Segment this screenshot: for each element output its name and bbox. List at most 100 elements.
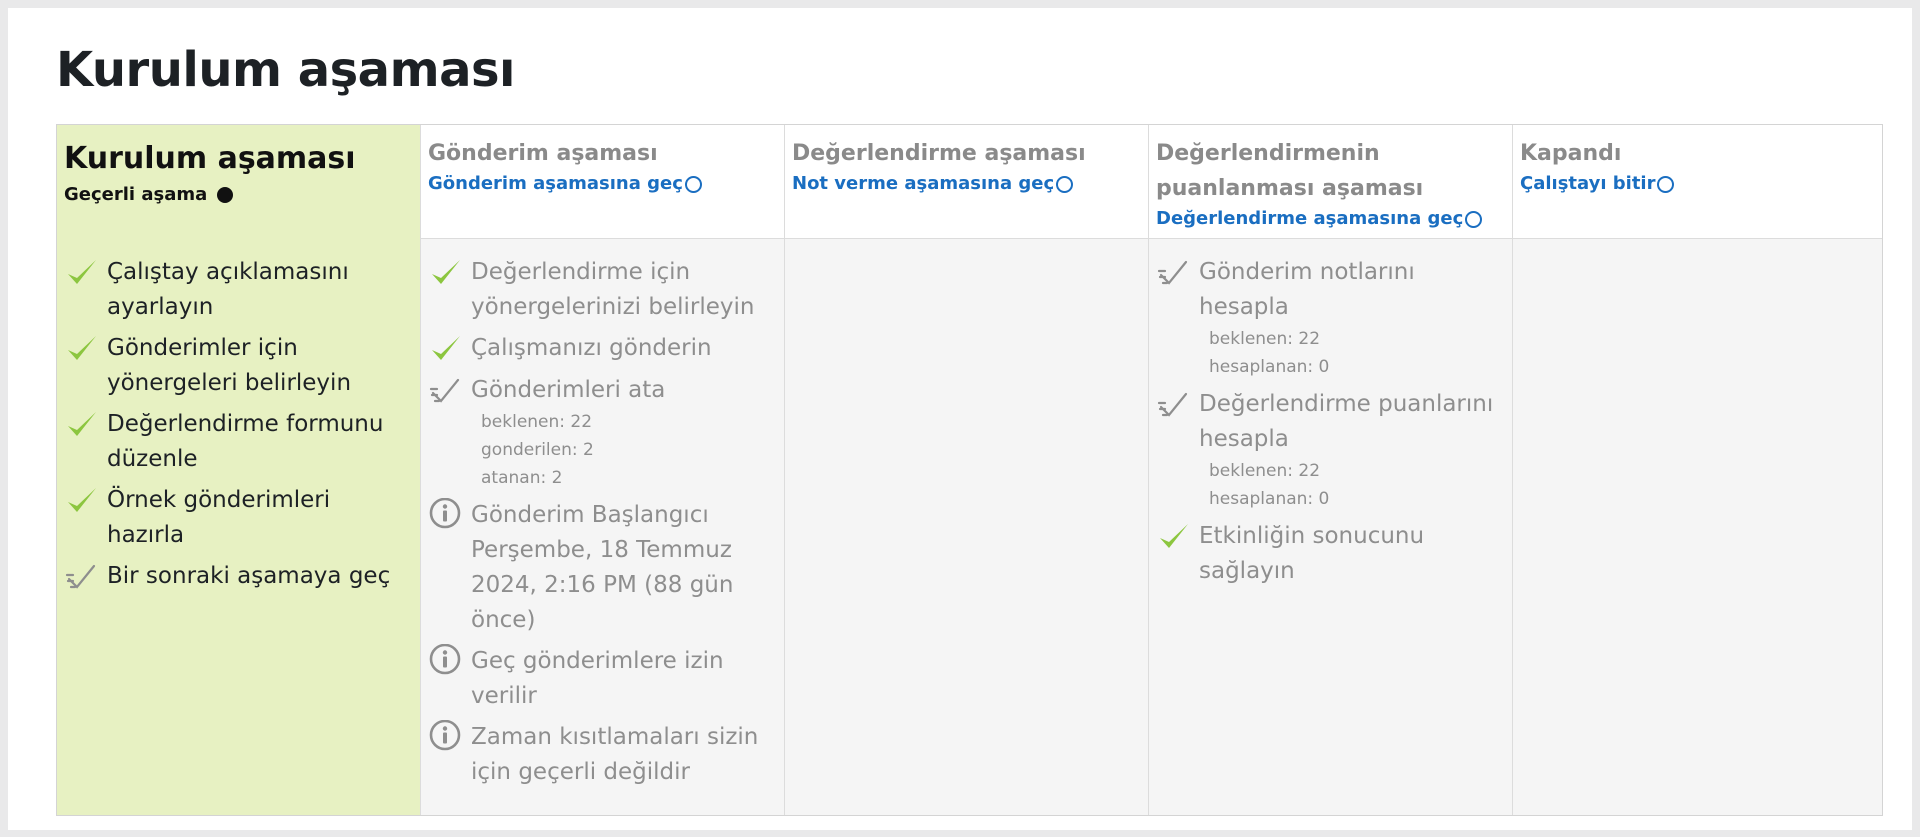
task-body: Bir sonraki aşamaya geç (107, 559, 413, 594)
task-item: Gönderimler için yönergeleri belirleyin (64, 331, 413, 401)
task-detail: gonderilen: 2 (481, 440, 594, 460)
check-icon (64, 255, 100, 291)
phase-link-label: Değerlendirme aşamasına geç (1156, 208, 1464, 229)
task-item: Çalıştay açıklamasını ayarlayın (64, 255, 413, 325)
phase-switch-circle-icon (1657, 175, 1675, 193)
task-body: Geç gönderimlere izin verilir (471, 644, 777, 714)
task-text: Örnek gönderimleri hazırla (107, 487, 331, 548)
task-body: Örnek gönderimleri hazırla (107, 483, 413, 553)
info-icon (428, 497, 464, 534)
switch-to-grading-link[interactable]: Değerlendirme aşamasına geç (1156, 206, 1483, 232)
phase-title: Kurulum aşaması (64, 141, 356, 176)
task-text: Gönderimler için yönergeleri belirleyin (107, 335, 352, 396)
phase-link-label: Çalıştayı bitir (1520, 173, 1656, 194)
task-body: Gönderim Başlangıcı Perşembe, 18 Temmuz … (471, 498, 777, 638)
task-text: Değerlendirme formunu düzenle (107, 411, 384, 472)
task-text: Çalıştay açıklamasını ayarlayın (107, 259, 349, 320)
phase-title: Değerlendirmenin puanlanması aşaması (1156, 141, 1424, 201)
task-text: Zaman kısıtlamaları sizin için geçerli d… (471, 724, 759, 785)
switch-to-assessment-link[interactable]: Not verme aşamasına geç (792, 171, 1074, 197)
task-item: Örnek gönderimleri hazırla (64, 483, 413, 553)
task-body: Çalıştay açıklamasını ayarlayın (107, 255, 413, 325)
todo-icon (1156, 255, 1192, 291)
task-text: Bir sonraki aşamaya geç (107, 563, 391, 589)
phase-title: Değerlendirme aşaması (792, 141, 1086, 166)
info-icon (428, 719, 464, 756)
phase-header: Kurulum aşaması Geçerli aşama (57, 125, 420, 239)
todo-icon (64, 559, 100, 595)
phase-title: Gönderim aşaması (428, 141, 658, 166)
task-body: Gönderim notlarını hesapla beklenen: 22 he… (1199, 255, 1505, 381)
current-phase-indicator: Geçerli aşama (64, 180, 234, 210)
task-item: Değerlendirme formunu düzenle (64, 407, 413, 477)
phase-header: Değerlendirmenin puanlanması aşaması Değ… (1149, 125, 1512, 239)
task-body: Gönderimleri ata beklenen: 22 gonderilen: … (471, 373, 777, 492)
task-item: Gönderimleri ata beklenen: 22 gonderilen: … (428, 373, 777, 492)
todo-icon (1156, 387, 1192, 423)
task-body: Çalışmanızı gönderin (471, 331, 777, 366)
task-text: Gönderim notlarını hesapla (1199, 259, 1415, 320)
task-text: Değerlendirme için yönergelerinizi belir… (471, 259, 755, 320)
task-text: Geç gönderimlere izin verilir (471, 648, 724, 709)
task-body: Değerlendirme puanlarını hesapla beklenen… (1199, 387, 1505, 513)
phase-setup: Kurulum aşaması Geçerli aşama Çalıştay a… (57, 125, 421, 815)
phase-header: Gönderim aşaması Gönderim aşamasına geç (421, 125, 784, 239)
phase-title: Kapandı (1520, 141, 1622, 166)
check-icon (64, 483, 100, 519)
task-item: Etkinliğin sonucunu sağlayın (1156, 519, 1505, 589)
task-detail: beklenen: 22 (1209, 329, 1321, 349)
check-icon (64, 407, 100, 443)
phase-board: Kurulum aşaması Geçerli aşama Çalıştay a… (56, 124, 1883, 816)
page-title: Kurulum aşaması (56, 42, 516, 98)
task-detail: hesaplanan: 0 (1209, 357, 1330, 377)
check-icon (428, 331, 464, 367)
phase-switch-circle-icon (1056, 175, 1074, 193)
task-list (785, 239, 1148, 255)
check-icon (1156, 519, 1192, 555)
task-item: Değerlendirme puanlarını hesapla beklenen… (1156, 387, 1505, 513)
task-text: Etkinliğin sonucunu sağlayın (1199, 523, 1425, 584)
phase-switch-circle-icon (1465, 210, 1483, 228)
task-detail: beklenen: 22 (481, 412, 593, 432)
task-item: Geç gönderimlere izin verilir (428, 643, 777, 714)
task-text: Çalışmanızı gönderin (471, 335, 712, 361)
phase-submission: Gönderim aşaması Gönderim aşamasına geç … (421, 125, 785, 815)
close-workshop-link[interactable]: Çalıştayı bitir (1520, 171, 1675, 197)
task-item: Çalışmanızı gönderin (428, 331, 777, 367)
phase-link-label: Gönderim aşamasına geç (428, 173, 683, 194)
task-item: Değerlendirme için yönergelerinizi belir… (428, 255, 777, 325)
phase-grading-evaluation: Değerlendirmenin puanlanması aşaması Değ… (1149, 125, 1513, 815)
info-icon (428, 643, 464, 680)
task-item: Bir sonraki aşamaya geç (64, 559, 413, 595)
task-item: Zaman kısıtlamaları sizin için geçerli d… (428, 719, 777, 790)
task-list (1513, 239, 1882, 255)
current-phase-label: Geçerli aşama (64, 184, 208, 205)
task-body: Değerlendirme formunu düzenle (107, 407, 413, 477)
task-detail: atanan: 2 (481, 468, 563, 488)
workshop-card: Kurulum aşaması Kurulum aşaması Geçerli … (8, 8, 1912, 830)
phase-closed: Kapandı Çalıştayı bitir (1513, 125, 1882, 815)
phase-header: Kapandı Çalıştayı bitir (1513, 125, 1882, 239)
task-list: Çalıştay açıklamasını ayarlayın Gönderiml… (57, 239, 420, 595)
phase-link-label: Not verme aşamasına geç (792, 173, 1055, 194)
check-icon (64, 331, 100, 367)
task-body: Zaman kısıtlamaları sizin için geçerli d… (471, 720, 777, 790)
task-text: Değerlendirme puanlarını hesapla (1199, 391, 1494, 452)
task-body: Değerlendirme için yönergelerinizi belir… (471, 255, 777, 325)
task-text: Gönderimleri ata (471, 377, 666, 403)
task-body: Gönderimler için yönergeleri belirleyin (107, 331, 413, 401)
phase-header: Değerlendirme aşaması Not verme aşamasın… (785, 125, 1148, 239)
task-body: Etkinliğin sonucunu sağlayın (1199, 519, 1505, 589)
check-icon (428, 255, 464, 291)
task-detail: hesaplanan: 0 (1209, 489, 1330, 509)
task-detail: beklenen: 22 (1209, 461, 1321, 481)
phase-assessment: Değerlendirme aşaması Not verme aşamasın… (785, 125, 1149, 815)
task-list: Değerlendirme için yönergelerinizi belir… (421, 239, 784, 790)
task-item: Gönderim notlarını hesapla beklenen: 22 he… (1156, 255, 1505, 381)
task-item: Gönderim Başlangıcı Perşembe, 18 Temmuz … (428, 497, 777, 638)
task-list: Gönderim notlarını hesapla beklenen: 22 he… (1149, 239, 1512, 589)
switch-to-submission-link[interactable]: Gönderim aşamasına geç (428, 171, 702, 197)
phase-switch-circle-icon (684, 175, 702, 193)
current-phase-dot-icon (217, 187, 234, 203)
todo-icon (428, 373, 464, 409)
